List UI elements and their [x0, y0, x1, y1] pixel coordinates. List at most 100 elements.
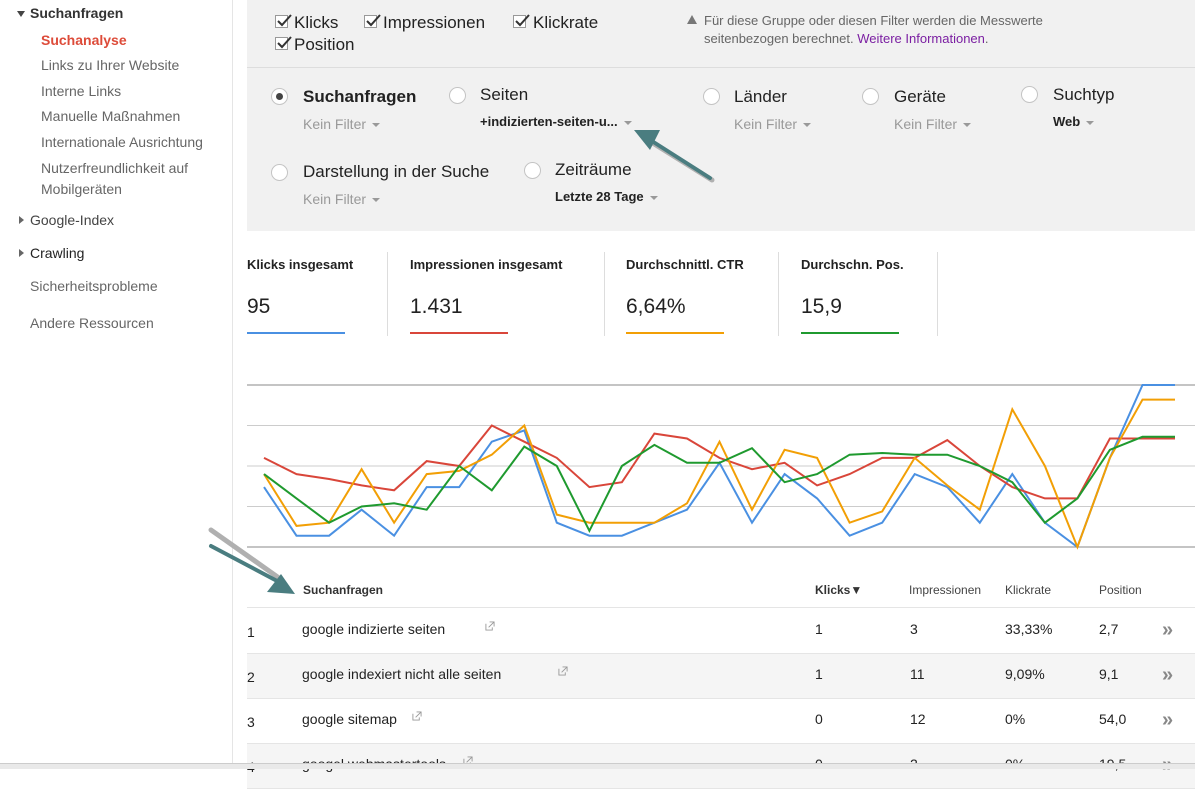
radio-darstellung[interactable] — [271, 164, 288, 181]
dim-label-geraete[interactable]: Geräte — [894, 87, 946, 107]
query-link[interactable]: google sitemap — [302, 711, 397, 727]
expand-triangle-icon[interactable] — [19, 216, 24, 224]
cell-ctr: 9,09% — [1005, 666, 1045, 682]
table-row[interactable]: 2 google indexiert nicht alle seiten 1 11 9,… — [247, 654, 1195, 699]
radio-laender[interactable] — [703, 88, 720, 105]
dim-filter-suchtyp[interactable]: Web — [1053, 114, 1095, 129]
col-header-klickrate[interactable]: Klickrate — [1005, 583, 1051, 597]
check-icon — [277, 14, 292, 27]
caret-down-icon — [1086, 120, 1095, 125]
checkbox-label-klicks[interactable]: Klicks — [294, 13, 338, 33]
dim-filter-suchanfragen[interactable]: Kein Filter — [303, 116, 381, 132]
col-header-impressionen[interactable]: Impressionen — [909, 583, 981, 597]
caret-down-icon — [803, 123, 812, 128]
radio-suchanfragen[interactable] — [271, 88, 288, 105]
annotation-arrow-icon — [634, 130, 715, 183]
dim-label-seiten[interactable]: Seiten — [480, 85, 528, 105]
dim-label-suchanfragen[interactable]: Suchanfragen — [303, 87, 416, 107]
external-link-icon[interactable] — [558, 666, 568, 676]
metric-value: 15,9 — [801, 295, 842, 318]
more-info-link[interactable]: Weitere Informationen — [857, 31, 985, 46]
col-header-position[interactable]: Position — [1099, 583, 1142, 597]
double-chevron-right-icon[interactable]: » — [1162, 664, 1173, 687]
metric-separator — [604, 252, 605, 336]
checkbox-klickrate[interactable] — [513, 14, 530, 28]
metric-color-line — [801, 332, 899, 334]
checkbox-klicks[interactable] — [275, 14, 292, 28]
checkbox-label-klickrate[interactable]: Klickrate — [533, 13, 598, 33]
sidebar-item-interne-links[interactable]: Interne Links — [41, 81, 121, 102]
dim-label-suchtyp[interactable]: Suchtyp — [1053, 85, 1114, 105]
sidebar-section-suchanfragen[interactable]: Suchanfragen — [30, 5, 123, 21]
dim-filter-darstellung[interactable]: Kein Filter — [303, 191, 381, 207]
metric-value: 6,64% — [626, 295, 686, 318]
table-row[interactable]: 3 google sitemap 0 12 0% 54,0 » — [247, 699, 1195, 744]
double-chevron-right-icon[interactable]: » — [1162, 709, 1173, 732]
radio-seiten[interactable] — [449, 87, 466, 104]
metric-separator — [937, 252, 938, 336]
performance-chart — [247, 384, 1195, 550]
dim-label-laender[interactable]: Länder — [734, 87, 787, 107]
radio-zeitraeume[interactable] — [524, 162, 541, 179]
cell-position: 2,7 — [1099, 621, 1119, 637]
metric-value: 95 — [247, 295, 271, 318]
query-link[interactable]: google indizierte seiten — [302, 621, 445, 637]
row-number: 2 — [247, 669, 255, 685]
sidebar-item-suchanalyse[interactable]: Suchanalyse — [41, 30, 127, 51]
check-icon — [366, 14, 381, 27]
col-header-suchanfragen[interactable]: Suchanfragen — [303, 583, 383, 597]
cell-clicks: 1 — [815, 621, 823, 637]
cell-ctr: 33,33% — [1005, 621, 1053, 637]
sidebar-item-links[interactable]: Links zu Ihrer Website — [41, 55, 179, 76]
sidebar-section-sicherheitsprobleme[interactable]: Sicherheitsprobleme — [30, 278, 158, 294]
cell-position: 54,0 — [1099, 711, 1127, 727]
dim-filter-zeitraeume[interactable]: Letzte 28 Tage — [555, 189, 658, 204]
dim-filter-seiten[interactable]: +indizierten-seiten-u... — [480, 114, 632, 129]
dim-label-zeitraeume[interactable]: Zeiträume — [555, 160, 632, 180]
cell-clicks: 1 — [815, 666, 823, 682]
metric-color-line — [410, 332, 508, 334]
table-header: Suchanfragen Klicks▼ Impressionen Klickr… — [247, 576, 1195, 608]
cell-clicks: 0 — [815, 711, 823, 727]
double-chevron-right-icon[interactable]: » — [1162, 619, 1173, 642]
table-row[interactable]: 1 google indizierte seiten 1 3 33,33% 2,7 » — [247, 609, 1195, 654]
expand-triangle-icon[interactable] — [19, 249, 24, 257]
cell-impressions: 12 — [910, 711, 926, 727]
dim-filter-geraete[interactable]: Kein Filter — [894, 116, 972, 132]
dim-filter-laender[interactable]: Kein Filter — [734, 116, 812, 132]
sidebar-item-manuelle-massnahmen[interactable]: Manuelle Maßnahmen — [41, 106, 180, 127]
checkbox-impressionen[interactable] — [364, 14, 381, 28]
radio-geraete[interactable] — [862, 88, 879, 105]
cell-position: 9,1 — [1099, 666, 1119, 682]
checkbox-position[interactable] — [275, 36, 292, 50]
collapse-triangle-icon[interactable] — [17, 11, 25, 17]
metric-separator — [778, 252, 779, 336]
query-link[interactable]: google indexiert nicht alle seiten — [302, 666, 501, 682]
sidebar-item-mobile-usability-cont[interactable]: Mobilgeräten — [41, 179, 122, 200]
metric-value: 1.431 — [410, 295, 463, 318]
check-icon — [277, 36, 292, 49]
col-header-klicks[interactable]: Klicks▼ — [815, 583, 862, 597]
checkbox-label-position[interactable]: Position — [294, 35, 354, 55]
notice-text: Für diese Gruppe oder diesen Filter werd… — [704, 13, 1043, 46]
caret-down-icon — [372, 123, 381, 128]
sidebar-section-google-index[interactable]: Google-Index — [30, 212, 114, 228]
metric-title: Durchschnittl. CTR — [626, 257, 744, 272]
sidebar-section-crawling[interactable]: Crawling — [30, 245, 84, 261]
sidebar-item-mobile-usability[interactable]: Nutzerfreundlichkeit auf — [41, 158, 188, 179]
dim-label-darstellung[interactable]: Darstellung in der Suche — [303, 162, 489, 182]
radio-suchtyp[interactable] — [1021, 86, 1038, 103]
horizontal-scrollbar[interactable] — [0, 763, 1195, 769]
metric-title: Klicks insgesamt — [247, 257, 354, 272]
cell-ctr: 0% — [1005, 711, 1026, 727]
checkbox-label-impressionen[interactable]: Impressionen — [383, 13, 485, 33]
external-link-icon[interactable] — [412, 711, 422, 721]
caret-down-icon — [372, 198, 381, 203]
caret-down-icon — [963, 123, 972, 128]
sidebar-item-internationale-ausrichtung[interactable]: Internationale Ausrichtung — [41, 132, 203, 153]
sidebar-section-andere-ressourcen[interactable]: Andere Ressourcen — [30, 315, 154, 331]
external-link-icon[interactable] — [485, 621, 495, 631]
row-number: 3 — [247, 714, 255, 730]
row-number: 1 — [247, 624, 255, 640]
metric-separator — [387, 252, 388, 336]
